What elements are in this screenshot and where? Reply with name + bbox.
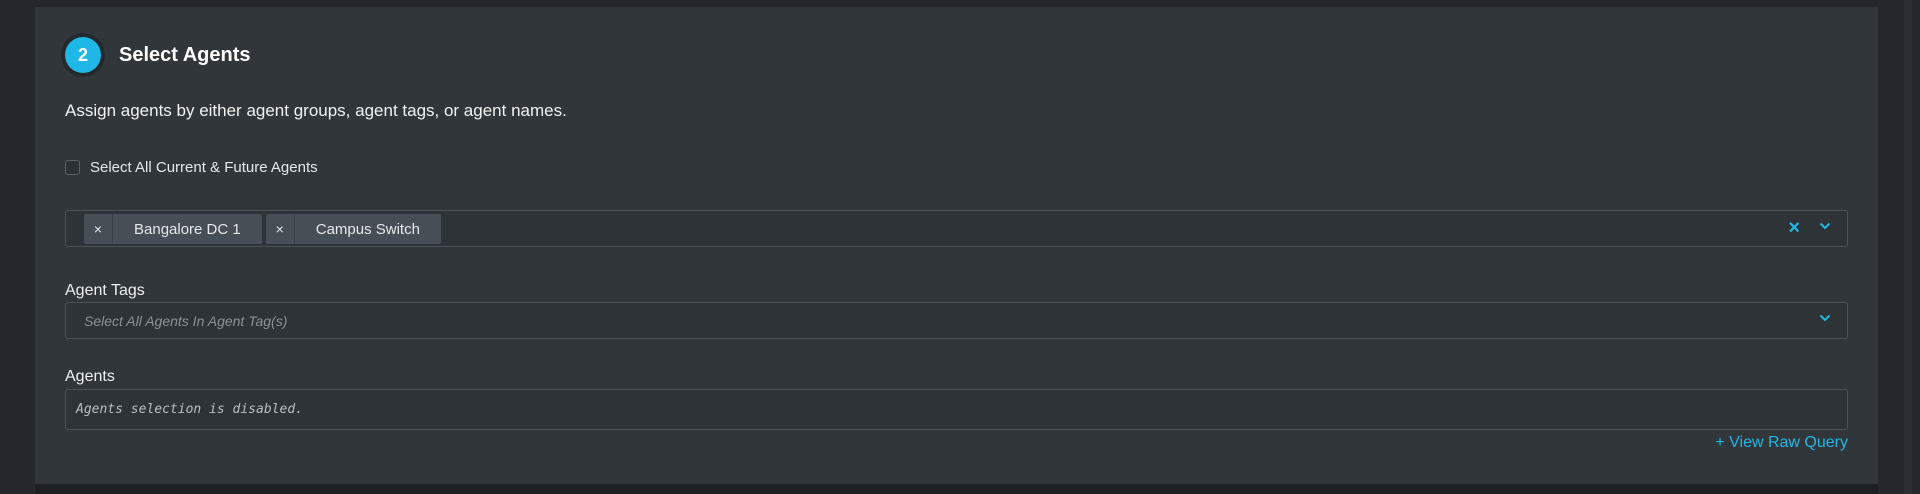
agents-disabled-message: Agents selection is disabled. [76,402,303,417]
step-number-badge: 2 [65,37,101,73]
left-gutter [0,0,35,494]
chip-label: Bangalore DC 1 [134,220,241,238]
clear-selection-icon[interactable]: × [1788,217,1800,240]
select-all-agents-label[interactable]: Select All Current & Future Agents [90,159,318,176]
agent-group-chip: × Bangalore DC 1 [84,214,262,244]
agent-groups-select[interactable]: × Bangalore DC 1 × Campus Switch × [65,210,1848,247]
agent-group-chip: × Campus Switch [265,214,441,244]
chip-label: Campus Switch [315,220,420,238]
remove-chip-icon[interactable]: × [84,214,113,244]
select-agents-panel: 2 Select Agents Assign agents by either … [35,7,1878,484]
select-all-agents-row[interactable]: Select All Current & Future Agents [65,159,318,176]
view-raw-query-link[interactable]: + View Raw Query [1715,434,1848,452]
agents-field: Agents selection is disabled. [65,389,1848,430]
agent-tags-select[interactable]: Select All Agents In Agent Tag(s) [65,302,1848,339]
agents-label: Agents [65,368,115,385]
select-all-agents-checkbox[interactable] [65,160,80,175]
page-scrollbar[interactable] [1904,0,1912,494]
top-strip [0,0,1920,7]
chevron-down-icon[interactable] [1819,312,1831,324]
step-description: Assign agents by either agent groups, ag… [65,101,567,120]
step-title: Select Agents [119,43,251,66]
right-gutter [1878,0,1920,494]
step-header: 2 Select Agents [65,37,251,73]
chevron-down-icon[interactable] [1819,220,1831,232]
agent-tags-label: Agent Tags [65,282,145,299]
agent-tags-placeholder: Select All Agents In Agent Tag(s) [84,313,288,329]
agent-group-chips: × Bangalore DC 1 × Campus Switch [84,214,445,244]
remove-chip-icon[interactable]: × [266,214,295,244]
